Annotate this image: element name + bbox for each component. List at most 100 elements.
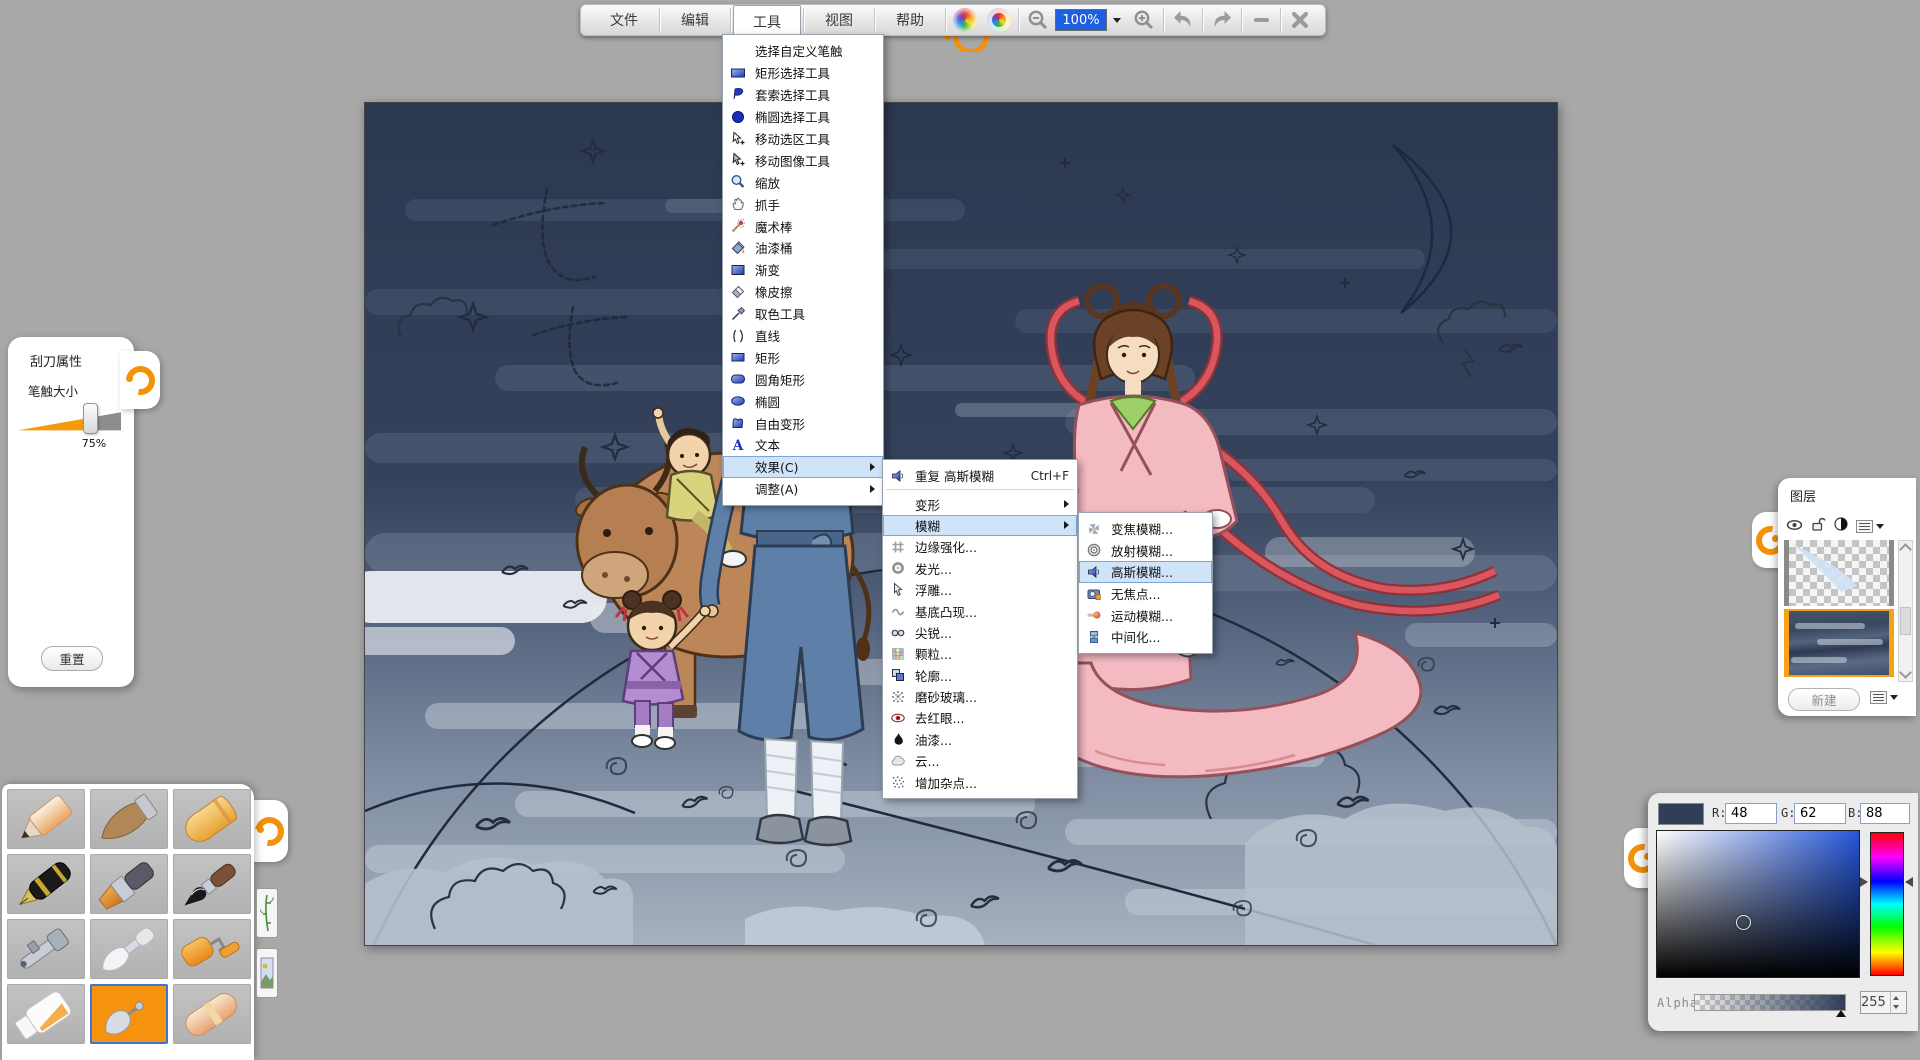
layers-scrollbar[interactable] bbox=[1898, 540, 1913, 682]
menu-item-distort[interactable]: 变形 bbox=[883, 493, 1077, 514]
tool-flat-brush[interactable] bbox=[90, 854, 168, 914]
tool-sharp-pencil[interactable] bbox=[7, 789, 85, 849]
scroll-up-icon[interactable] bbox=[1899, 543, 1912, 556]
zoom-dropdown-caret[interactable] bbox=[1113, 18, 1121, 23]
saturation-value-box[interactable] bbox=[1656, 830, 1860, 978]
menu-item-gradient[interactable]: 渐变 bbox=[723, 259, 883, 281]
menu-item-rect-select[interactable]: 矩形选择工具 bbox=[723, 62, 883, 84]
scrollbar-thumb[interactable] bbox=[1900, 607, 1911, 635]
menu-item-eraser[interactable]: 橡皮擦 bbox=[723, 281, 883, 303]
reset-button[interactable]: 重置 bbox=[41, 646, 103, 671]
tool-paint-bottle[interactable] bbox=[7, 984, 85, 1044]
alpha-up-icon[interactable] bbox=[1893, 996, 1899, 1000]
layer-visibility-icon[interactable] bbox=[1786, 517, 1803, 536]
scroll-down-icon[interactable] bbox=[1899, 666, 1912, 679]
alpha-down-icon[interactable] bbox=[1893, 1005, 1899, 1009]
menu-item-glow[interactable]: 发光... bbox=[883, 558, 1077, 579]
panel-drag-grip[interactable] bbox=[120, 351, 160, 409]
b-field[interactable] bbox=[1860, 803, 1910, 824]
menu-item-free-transform[interactable]: 自由变形 bbox=[723, 412, 883, 434]
menu-item-contour[interactable]: 轮廓... bbox=[883, 665, 1077, 686]
menu-item-clouds[interactable]: 云... bbox=[883, 750, 1077, 771]
zoom-in-icon[interactable] bbox=[1127, 7, 1161, 33]
redo-button[interactable] bbox=[1205, 7, 1239, 33]
hue-bar[interactable] bbox=[1870, 832, 1904, 976]
menu-help[interactable]: 帮助 bbox=[877, 7, 943, 33]
menu-item-repeat-gaussian[interactable]: 重复 高斯模糊Ctrl+F bbox=[883, 465, 1077, 486]
menu-item-zoom-blur[interactable]: 变焦模糊... bbox=[1079, 518, 1212, 540]
brush-size-slider[interactable] bbox=[18, 411, 121, 431]
menu-item-defocus[interactable]: 无焦点... bbox=[1079, 583, 1212, 605]
menu-item-blur[interactable]: 模糊 bbox=[883, 515, 1077, 536]
menu-view[interactable]: 视图 bbox=[806, 7, 872, 33]
tool-ink-brush[interactable] bbox=[173, 854, 251, 914]
menu-item-lasso-select[interactable]: 套索选择工具 bbox=[723, 84, 883, 106]
zoom-level-field[interactable]: 100% bbox=[1055, 9, 1107, 31]
r-field[interactable] bbox=[1725, 803, 1777, 824]
menu-item-hand[interactable]: 抓手 bbox=[723, 193, 883, 215]
hue-marker-right[interactable] bbox=[1905, 877, 1913, 887]
palette-drag-grip[interactable] bbox=[252, 800, 288, 862]
alpha-spinner[interactable]: 255 bbox=[1860, 991, 1907, 1014]
layer-options-button[interactable] bbox=[1856, 520, 1884, 533]
menu-item-bas-relief[interactable]: 基底凸现... bbox=[883, 600, 1077, 621]
menu-item-motion-blur[interactable]: 运动模糊... bbox=[1079, 604, 1212, 626]
menu-item-color-picker-tool[interactable]: 取色工具 bbox=[723, 303, 883, 325]
menu-item-frosted-glass[interactable]: 磨砂玻璃... bbox=[883, 686, 1077, 707]
menu-item-radial-blur[interactable]: 放射模糊... bbox=[1079, 540, 1212, 562]
app-logo-icon[interactable] bbox=[948, 7, 982, 33]
hue-marker-left[interactable] bbox=[1860, 877, 1868, 887]
menu-item-ellipse[interactable]: 椭圆 bbox=[723, 390, 883, 412]
menu-item-magic-wand[interactable]: 魔术棒 bbox=[723, 215, 883, 237]
tool-wood-pencil[interactable] bbox=[90, 789, 168, 849]
color-wheel-icon[interactable] bbox=[982, 7, 1016, 33]
new-layer-button[interactable]: 新建 bbox=[1788, 688, 1860, 711]
menu-item-move-selection[interactable]: 移动选区工具 bbox=[723, 128, 883, 150]
sv-marker[interactable] bbox=[1736, 915, 1751, 930]
tool-paint-roller[interactable] bbox=[173, 919, 251, 979]
menu-item-rounded-rect[interactable]: 圆角矩形 bbox=[723, 368, 883, 390]
menu-item-sharpen[interactable]: 尖锐... bbox=[883, 622, 1077, 643]
menu-item-edge-enhance[interactable]: 边缘强化... bbox=[883, 536, 1077, 557]
menu-item-rectangle[interactable]: 矩形 bbox=[723, 346, 883, 368]
layer-blend-icon[interactable] bbox=[1833, 516, 1849, 536]
tool-crayon[interactable] bbox=[173, 789, 251, 849]
brush-size-slider-handle[interactable] bbox=[83, 403, 98, 434]
menu-item-grain[interactable]: 颗粒... bbox=[883, 643, 1077, 664]
menu-item-text[interactable]: A文本 bbox=[723, 434, 883, 456]
tool-palette-knife[interactable] bbox=[90, 919, 168, 979]
undo-button[interactable] bbox=[1166, 7, 1200, 33]
layer-thumbnail-top[interactable] bbox=[1784, 540, 1894, 606]
layer-thumbnail-selected[interactable] bbox=[1784, 609, 1894, 677]
menu-item-gaussian-blur[interactable]: 高斯模糊... bbox=[1079, 561, 1212, 583]
menu-item-median[interactable]: 中间化... bbox=[1079, 626, 1212, 648]
tool-fountain-pen[interactable] bbox=[7, 854, 85, 914]
layer-lock-icon[interactable] bbox=[1810, 516, 1826, 536]
menu-file[interactable]: 文件 bbox=[591, 7, 657, 33]
menu-item-effects[interactable]: 效果(C) bbox=[723, 456, 883, 478]
menu-item-red-eye[interactable]: 去红眼... bbox=[883, 707, 1077, 728]
zoom-out-icon[interactable] bbox=[1021, 7, 1055, 33]
menu-item-ellipse-select[interactable]: 椭圆选择工具 bbox=[723, 106, 883, 128]
menu-item-add-noise[interactable]: 增加杂点... bbox=[883, 771, 1077, 792]
layers-list-menu-button[interactable] bbox=[1870, 691, 1898, 704]
alpha-slider[interactable] bbox=[1694, 994, 1846, 1011]
menu-item-custom-brush[interactable]: 选择自定义笔触 bbox=[723, 40, 883, 62]
brush-preview-bamboo-button[interactable] bbox=[256, 888, 278, 938]
menu-item-paint[interactable]: 油漆... bbox=[883, 729, 1077, 750]
tool-eraser-stick[interactable] bbox=[173, 984, 251, 1044]
alpha-marker[interactable] bbox=[1836, 1010, 1846, 1017]
menu-item-paint-bucket[interactable]: 油漆桶 bbox=[723, 237, 883, 259]
brush-preview-picture-button[interactable] bbox=[256, 948, 278, 998]
menu-item-line[interactable]: 直线 bbox=[723, 325, 883, 347]
menu-edit[interactable]: 编辑 bbox=[662, 7, 728, 33]
minimize-button[interactable] bbox=[1244, 7, 1278, 33]
menu-item-move-image[interactable]: 移动图像工具 bbox=[723, 149, 883, 171]
tool-airbrush[interactable] bbox=[7, 919, 85, 979]
menu-item-zoom[interactable]: 缩放 bbox=[723, 171, 883, 193]
close-button[interactable] bbox=[1283, 7, 1317, 33]
tool-scraper-selected[interactable] bbox=[90, 984, 168, 1044]
g-field[interactable] bbox=[1794, 803, 1846, 824]
menu-item-emboss[interactable]: 浮雕... bbox=[883, 579, 1077, 600]
menu-item-adjust[interactable]: 调整(A) bbox=[723, 478, 883, 500]
